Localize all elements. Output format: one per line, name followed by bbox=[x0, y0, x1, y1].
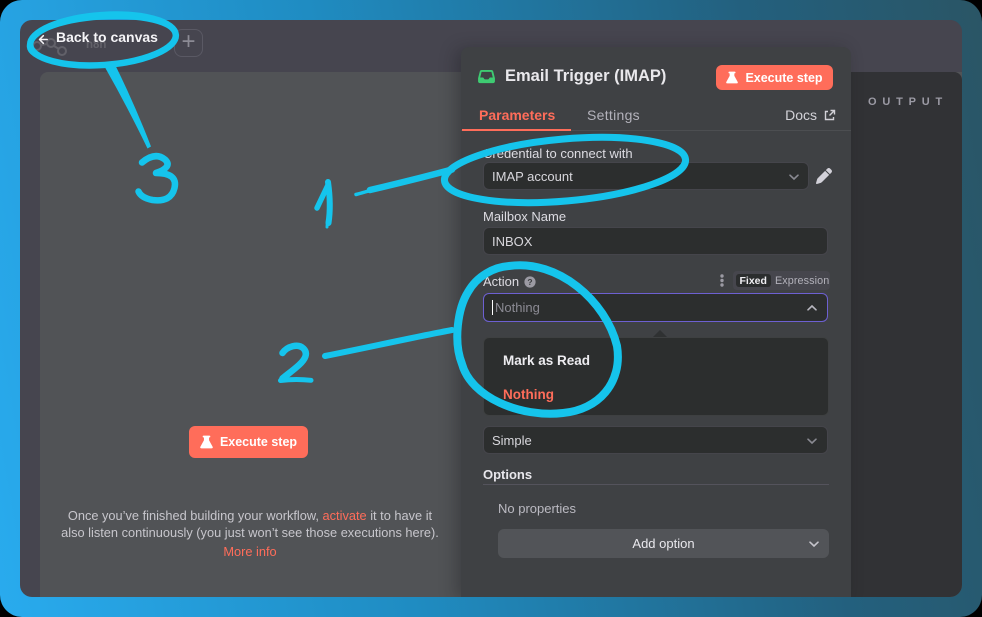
svg-text:?: ? bbox=[527, 277, 532, 287]
